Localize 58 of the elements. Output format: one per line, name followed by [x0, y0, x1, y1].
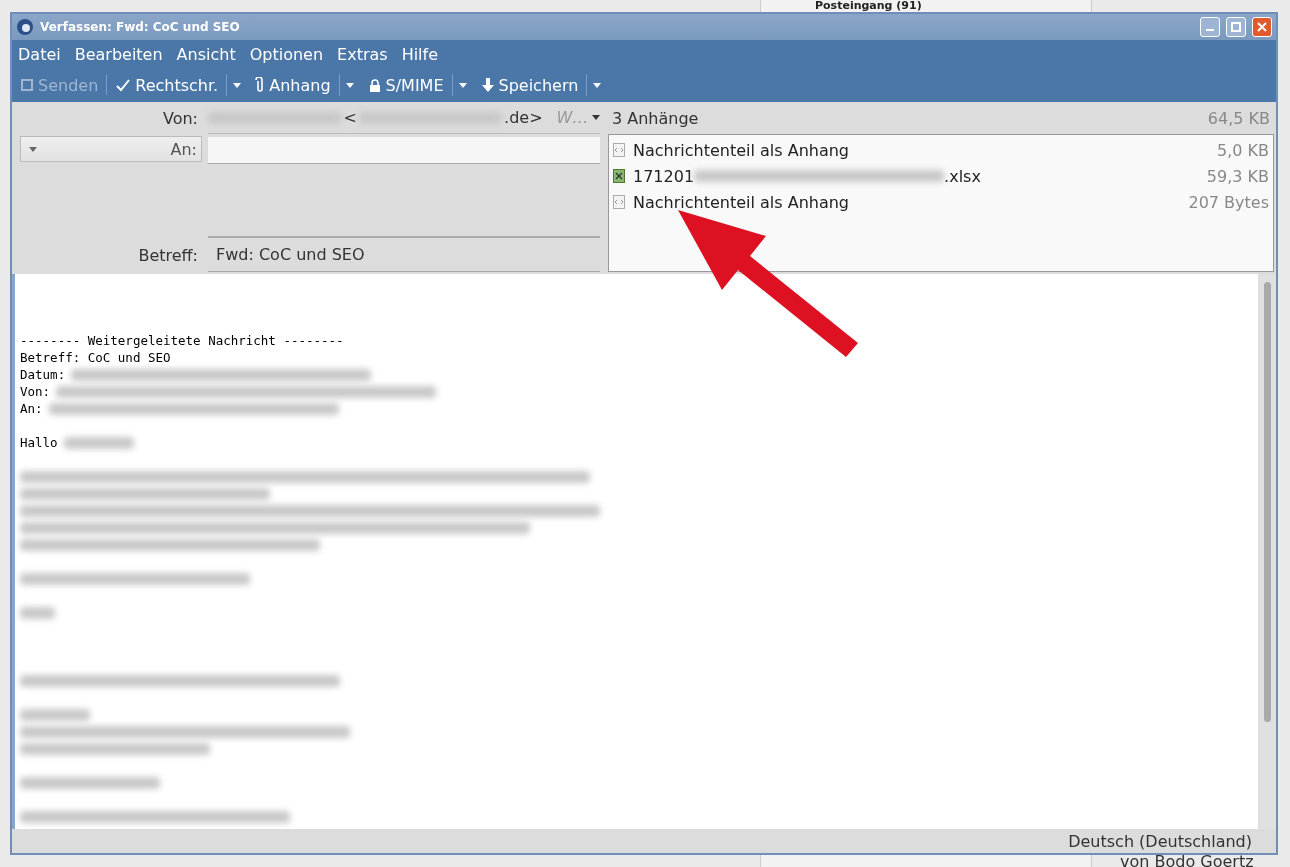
toolbar-button[interactable]: Anhang [253, 73, 333, 97]
menu-item[interactable]: Ansicht [176, 44, 236, 64]
attachment-name[interactable]: 171201 .xlsx [633, 166, 1199, 186]
from-label: Von: [161, 108, 199, 128]
attachments-title: 3 Anhänge [612, 108, 699, 128]
attachment-size: 207 Bytes [1188, 192, 1269, 212]
subject-label: Betreff: [137, 245, 199, 265]
caret-icon [345, 82, 354, 88]
toolbar-button[interactable]: S/MIME [365, 73, 446, 97]
menu-item[interactable]: Extras [337, 44, 388, 64]
body-text: -------- Weitergeleitete Nachricht -------- [20, 332, 344, 349]
menu-item[interactable]: Hilfe [401, 44, 439, 64]
spreadsheet-icon [613, 169, 625, 183]
close-button[interactable] [1252, 17, 1272, 37]
checkmark-icon [115, 78, 132, 92]
caret-icon [593, 82, 602, 88]
attachment-name[interactable]: Nachrichtenteil als Anhang [633, 192, 1181, 212]
body-text: An: [20, 400, 43, 417]
body-text: Datum: [20, 366, 66, 383]
paperclip-icon [255, 77, 266, 93]
maximize-button[interactable] [1226, 17, 1246, 37]
sender-field[interactable]: < .de> W… [208, 102, 600, 134]
attachment-size: 5,0 KB [1217, 140, 1269, 160]
lock-icon [367, 78, 382, 92]
message-body[interactable]: -------- Weitergeleitete Nachricht -------- Betreff: CoC und SEO Datum: Von: An: Hallo [12, 274, 1276, 829]
sender-label: von Bodo Goertz [1120, 852, 1254, 867]
caret-icon [458, 82, 467, 88]
folder-label: Posteingang (91) [815, 0, 922, 11]
caret-icon [233, 82, 242, 88]
maximize-icon [1231, 22, 1241, 32]
caret-icon [29, 146, 37, 152]
menu-item[interactable]: Datei [18, 44, 61, 64]
redacted-text [20, 606, 55, 619]
app-icon [16, 18, 34, 36]
language-status: Deutsch (Deutschland) [1068, 831, 1252, 851]
recipient-type-dropdown[interactable]: An: [20, 136, 202, 162]
body-text: Von: [20, 383, 51, 400]
attachments-total: 64,5 KB [1207, 108, 1270, 128]
toolbar-button[interactable]: Speichern [478, 73, 581, 97]
caret-icon [592, 115, 600, 120]
send-icon [20, 78, 34, 92]
redacted-text [20, 708, 90, 721]
window-title: Verfassen: Fwd: CoC und SEO [40, 20, 241, 34]
menu-item[interactable]: Optionen [249, 44, 324, 64]
attachment-name[interactable]: Nachrichtenteil als Anhang [633, 140, 1209, 160]
document-icon [613, 195, 625, 209]
document-icon [613, 143, 625, 157]
down-arrow-icon [480, 77, 495, 93]
scrollbar-thumb[interactable] [1263, 282, 1271, 722]
body-text: Hallo [20, 434, 58, 451]
close-icon [1257, 22, 1267, 32]
attachment-size: 59,3 KB [1206, 166, 1269, 186]
menu-item[interactable]: Bearbeiten [74, 44, 163, 64]
recipient-field[interactable] [208, 137, 600, 164]
minimize-button[interactable] [1200, 17, 1220, 37]
subject-field[interactable]: Fwd: CoC und SEO [208, 238, 600, 272]
toolbar-button[interactable]: Rechtschr. [113, 73, 221, 97]
body-text: Betreff: CoC und SEO [20, 349, 171, 366]
